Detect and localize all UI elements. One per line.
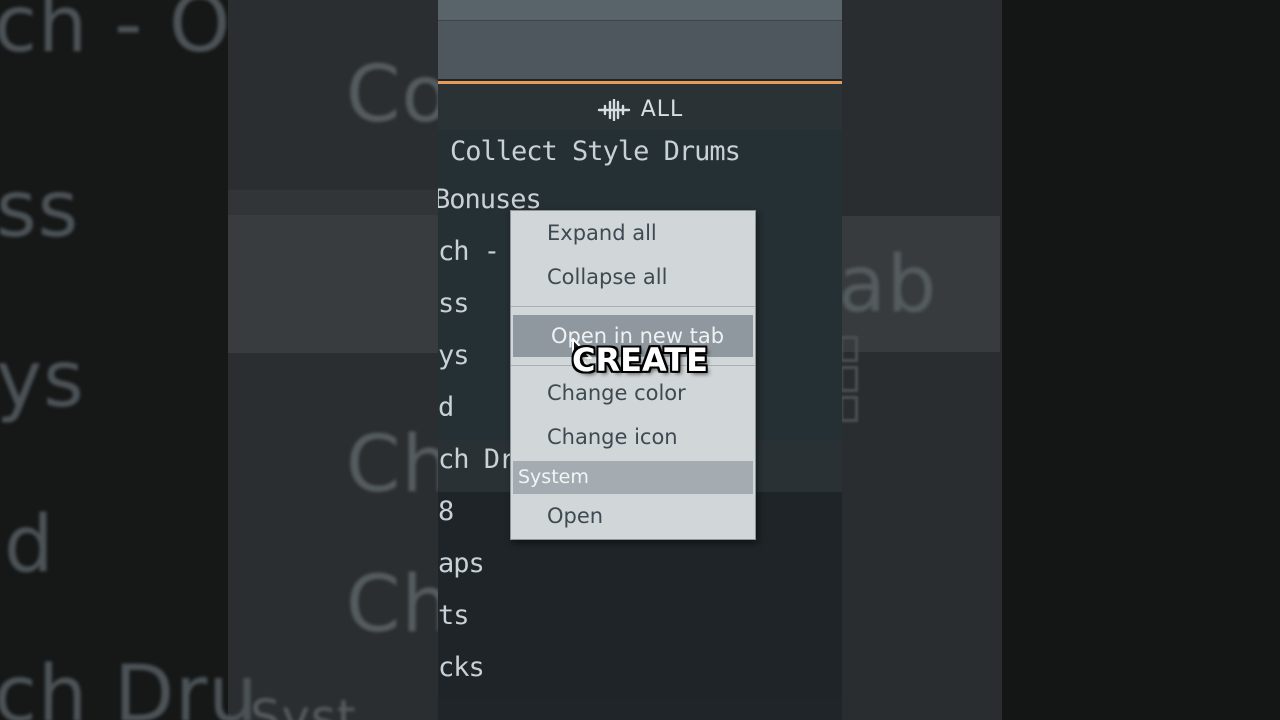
- menu-item-change-icon[interactable]: Change icon: [511, 417, 755, 457]
- background-left: ch - O Co ss ys d Ch Ch ch Dru Syst: [0, 0, 438, 720]
- bg-highlight-row: [228, 215, 438, 353]
- menu-separator: [511, 306, 755, 307]
- bg-row: [228, 190, 438, 216]
- browser-title-bar: [438, 0, 842, 21]
- bg-text-fragment: Syst: [250, 690, 357, 720]
- background-right: ab: [842, 0, 1280, 720]
- bg-square: [842, 396, 858, 422]
- list-item[interactable]: cks: [438, 648, 842, 700]
- bg-text-fragment: ch Dru: [0, 650, 259, 720]
- filter-label: ALL: [640, 97, 684, 122]
- bg-grey-band: [842, 0, 1002, 720]
- list-item[interactable]: aps: [438, 544, 842, 596]
- menu-item-collapse-all[interactable]: Collapse all: [511, 257, 755, 297]
- bg-dark-band: [1002, 0, 1280, 720]
- bg-text-fragment: Ch: [346, 560, 438, 650]
- list-item[interactable]: ts: [438, 596, 842, 648]
- waveform-icon: [597, 98, 630, 121]
- menu-section-system: System: [513, 461, 753, 494]
- video-caption: CREATE: [572, 341, 708, 379]
- browser-toolbar: [438, 21, 842, 79]
- bg-square: [842, 366, 858, 392]
- bg-text-fragment: Ch: [346, 420, 438, 510]
- bg-text-fragment: ab: [842, 240, 938, 330]
- bg-text-fragment: ys: [0, 335, 85, 425]
- list-item[interactable]: Collect Style Drums: [438, 130, 842, 180]
- bg-square: [842, 336, 858, 362]
- menu-item-expand-all[interactable]: Expand all: [511, 213, 755, 253]
- menu-item-open[interactable]: Open: [511, 496, 755, 536]
- bg-text-fragment: d: [4, 500, 55, 590]
- bg-text-fragment: ss: [0, 165, 80, 255]
- menu-item-change-color[interactable]: Change color: [511, 373, 755, 413]
- bg-text-fragment: ch - O: [0, 0, 232, 70]
- bg-text-fragment: Co: [346, 50, 438, 140]
